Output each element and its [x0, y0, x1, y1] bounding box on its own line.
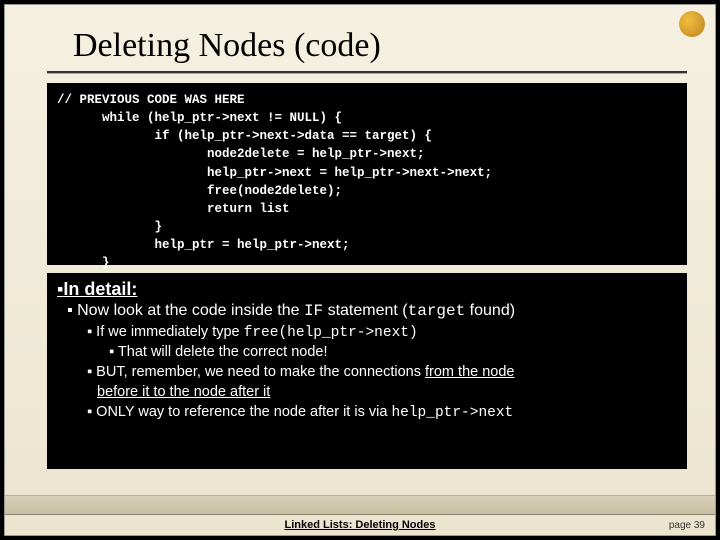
text-fragment: statement (	[323, 302, 407, 319]
code-target: target	[408, 302, 466, 320]
title-underline	[47, 71, 687, 73]
text-fragment: If we immediately type	[96, 324, 243, 340]
logo-icon	[679, 11, 705, 37]
code-free: free(help_ptr->next)	[244, 325, 418, 341]
bullet-that-will-delete: ▪ That will delete the correct node!	[109, 344, 677, 360]
code-block: // PREVIOUS CODE WAS HERE while (help_pt…	[47, 83, 687, 265]
footer-bar	[5, 495, 715, 515]
code-if: IF	[304, 302, 323, 320]
text-fragment: BUT, remember, we need to make the conne…	[96, 364, 425, 380]
bullet-but-remember: ▪ BUT, remember, we need to make the con…	[87, 364, 677, 380]
detail-heading-text: In detail:	[63, 279, 137, 299]
bullet-if-immediately: ▪ If we immediately type free(help_ptr->…	[87, 324, 677, 341]
detail-box: ▪In detail: ▪ Now look at the code insid…	[47, 273, 687, 469]
text-fragment: That will delete the correct node!	[118, 344, 328, 360]
bullet-now-look: ▪ Now look at the code inside the IF sta…	[67, 302, 677, 320]
slide-title: Deleting Nodes (code)	[73, 27, 381, 65]
bullet-but-remember-cont: before it to the node after it	[97, 384, 677, 400]
text-fragment: ONLY way to reference the node after it …	[96, 404, 391, 420]
text-underline: from the node	[425, 364, 514, 380]
text-underline: before it to the node after it	[97, 384, 270, 400]
text-fragment: Now look at the code inside the	[77, 302, 304, 319]
bullet-only-way: ▪ ONLY way to reference the node after i…	[87, 404, 677, 421]
code-helpptr: help_ptr->next	[391, 405, 513, 421]
detail-heading: ▪In detail:	[57, 279, 677, 300]
text-fragment: found)	[465, 302, 515, 319]
footer-title: Linked Lists: Deleting Nodes	[5, 519, 715, 531]
slide: Deleting Nodes (code) // PREVIOUS CODE W…	[4, 4, 716, 536]
page-number: page 39	[669, 520, 705, 531]
